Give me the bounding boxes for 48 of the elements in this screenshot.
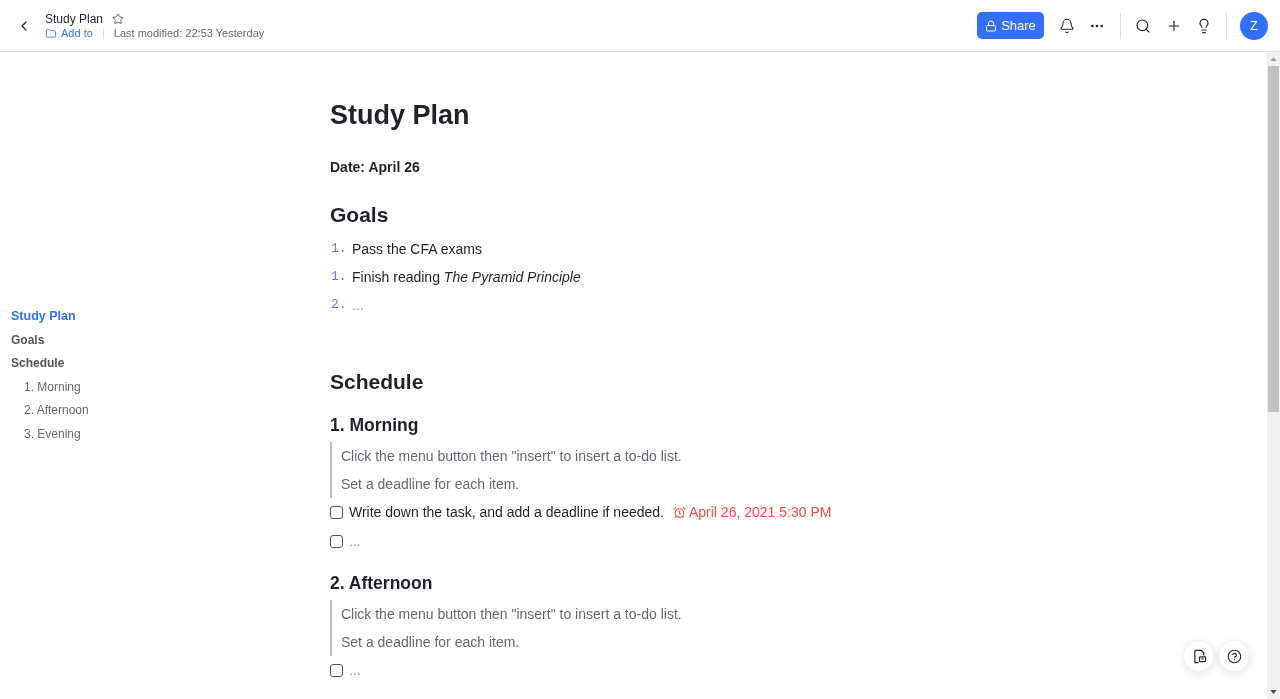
document-title: Study Plan xyxy=(45,10,104,27)
quote-text: Set a deadline for each item. xyxy=(341,633,520,652)
outline-item[interactable]: Schedule xyxy=(11,352,65,376)
checkbox[interactable] xyxy=(330,506,343,519)
section-heading: Goals xyxy=(330,202,389,228)
scrollbar[interactable] xyxy=(1267,52,1280,699)
help-button[interactable] xyxy=(1218,640,1250,672)
document-comment-button[interactable] xyxy=(1183,640,1215,672)
list-number: 2. xyxy=(330,296,348,315)
add-to-link[interactable]: Add to xyxy=(61,25,93,42)
list-number: 1. xyxy=(330,268,348,287)
star-icon[interactable] xyxy=(112,12,125,25)
subsection-heading: 2. Afternoon xyxy=(330,572,433,595)
checkbox[interactable] xyxy=(330,535,343,548)
bell-icon[interactable] xyxy=(1059,17,1075,34)
todo-text: Write down the task, and add a deadline if needed. xyxy=(349,503,664,522)
scroll-down-arrow-icon[interactable] xyxy=(1270,690,1277,694)
section-heading: Schedule xyxy=(330,369,424,395)
list-item-text: ... xyxy=(352,295,364,315)
scroll-thumb[interactable] xyxy=(1268,66,1279,412)
subsection-heading: 1. Morning xyxy=(330,414,419,437)
search-icon[interactable] xyxy=(1135,17,1151,34)
avatar[interactable]: Z xyxy=(1240,11,1268,40)
folder-icon xyxy=(45,28,57,39)
share-button[interactable]: Share xyxy=(977,12,1044,39)
lock-icon xyxy=(985,19,998,32)
outline-item[interactable]: 3. Evening xyxy=(24,422,81,447)
deadline-text: April 26, 2021 5:30 PM xyxy=(688,503,832,522)
list-number: 1. xyxy=(330,240,348,259)
checkbox[interactable] xyxy=(330,664,343,677)
help-icon xyxy=(1226,648,1242,664)
last-modified-text: Last modified: 22:53 Yesterday xyxy=(113,26,265,42)
todo-text: ... xyxy=(349,532,361,551)
outline-item[interactable]: Study Plan xyxy=(11,305,76,329)
page-title: Study Plan xyxy=(330,99,470,132)
outline-item[interactable]: 2. Afternoon xyxy=(24,399,89,423)
list-item-text: Pass the CFA exams xyxy=(352,239,482,259)
date-text: Date: April 26 xyxy=(330,158,420,177)
quote-text: Set a deadline for each item. xyxy=(341,475,520,494)
quote-text: Click the menu button then "insert" to insert a to-do list. xyxy=(341,605,682,624)
list-item-text: Finish reading The Pyramid Principle xyxy=(352,267,581,287)
document-icon xyxy=(1191,648,1207,664)
quote-text: Click the menu button then "insert" to insert a to-do list. xyxy=(341,447,682,466)
lightbulb-icon[interactable] xyxy=(1196,17,1212,34)
todo-text: ... xyxy=(349,661,361,680)
alarm-clock-icon xyxy=(672,506,686,519)
outline-item[interactable]: Goals xyxy=(11,328,45,353)
outline-item[interactable]: 1. Morning xyxy=(24,375,81,400)
